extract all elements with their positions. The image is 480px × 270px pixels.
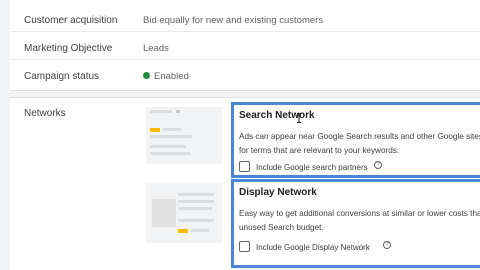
campaign-status-value: Enabled	[143, 71, 189, 82]
include-display-network-label[interactable]: Include Google Display Network	[256, 243, 370, 252]
search-network-illustration	[146, 107, 222, 164]
campaign-status-text: Enabled	[154, 71, 189, 82]
illustration-bar	[178, 200, 214, 203]
search-network-description: Ads can appear near Google Search result…	[239, 130, 480, 158]
display-network-description-line: unused Search budget.	[239, 223, 324, 232]
networks-card: Networks Search Network Ads can appear n…	[10, 97, 480, 270]
networks-label: Networks	[24, 108, 66, 119]
display-network-option[interactable]: Display Network Easy way to get addition…	[231, 179, 480, 268]
search-network-description-line: for terms that are relevant to your keyw…	[239, 146, 400, 155]
customer-acquisition-value: Bid equally for new and existing custome…	[143, 15, 324, 26]
text-cursor-icon	[296, 113, 304, 123]
illustration-bar	[178, 207, 212, 210]
illustration-image-block	[152, 199, 176, 227]
marketing-objective-row: Marketing Objective Leads	[10, 32, 480, 60]
search-network-option[interactable]: Search Network Ads can appear near Googl…	[231, 102, 480, 178]
campaign-status-label: Campaign status	[24, 71, 100, 82]
illustration-bar	[176, 110, 180, 113]
status-enabled-icon	[143, 72, 150, 79]
illustration-bar	[150, 152, 190, 155]
include-search-partners-label[interactable]: Include Google search partners	[256, 163, 368, 172]
illustration-bar	[150, 110, 172, 113]
illustration-bar	[150, 145, 186, 148]
customer-acquisition-label: Customer acquisition	[24, 15, 118, 26]
help-icon[interactable]: ?	[383, 241, 391, 249]
ad-marker-icon	[178, 229, 188, 233]
illustration-bar	[191, 229, 209, 232]
campaign-summary-card: Customer acquisition Bid equally for new…	[10, 0, 480, 91]
illustration-bar	[178, 193, 214, 196]
marketing-objective-value: Leads	[143, 43, 169, 54]
ad-marker-icon	[150, 128, 160, 132]
campaign-status-row: Campaign status Enabled	[10, 60, 480, 88]
help-icon[interactable]: ?	[374, 161, 382, 169]
marketing-objective-label: Marketing Objective	[24, 43, 113, 54]
illustration-bar	[178, 219, 214, 222]
include-display-network-checkbox[interactable]	[239, 241, 250, 252]
display-network-illustration	[146, 183, 222, 243]
illustration-bar	[150, 135, 192, 138]
display-network-description: Easy way to get additional conversions a…	[239, 207, 480, 235]
search-network-description-line: Ads can appear near Google Search result…	[239, 132, 480, 141]
illustration-bar	[163, 128, 181, 131]
text-cursor-icon-glyph	[297, 113, 301, 123]
display-network-title: Display Network	[239, 187, 317, 198]
include-search-partners-checkbox[interactable]	[239, 161, 250, 172]
display-network-description-line: Easy way to get additional conversions a…	[239, 209, 480, 218]
customer-acquisition-row: Customer acquisition Bid equally for new…	[10, 4, 480, 32]
